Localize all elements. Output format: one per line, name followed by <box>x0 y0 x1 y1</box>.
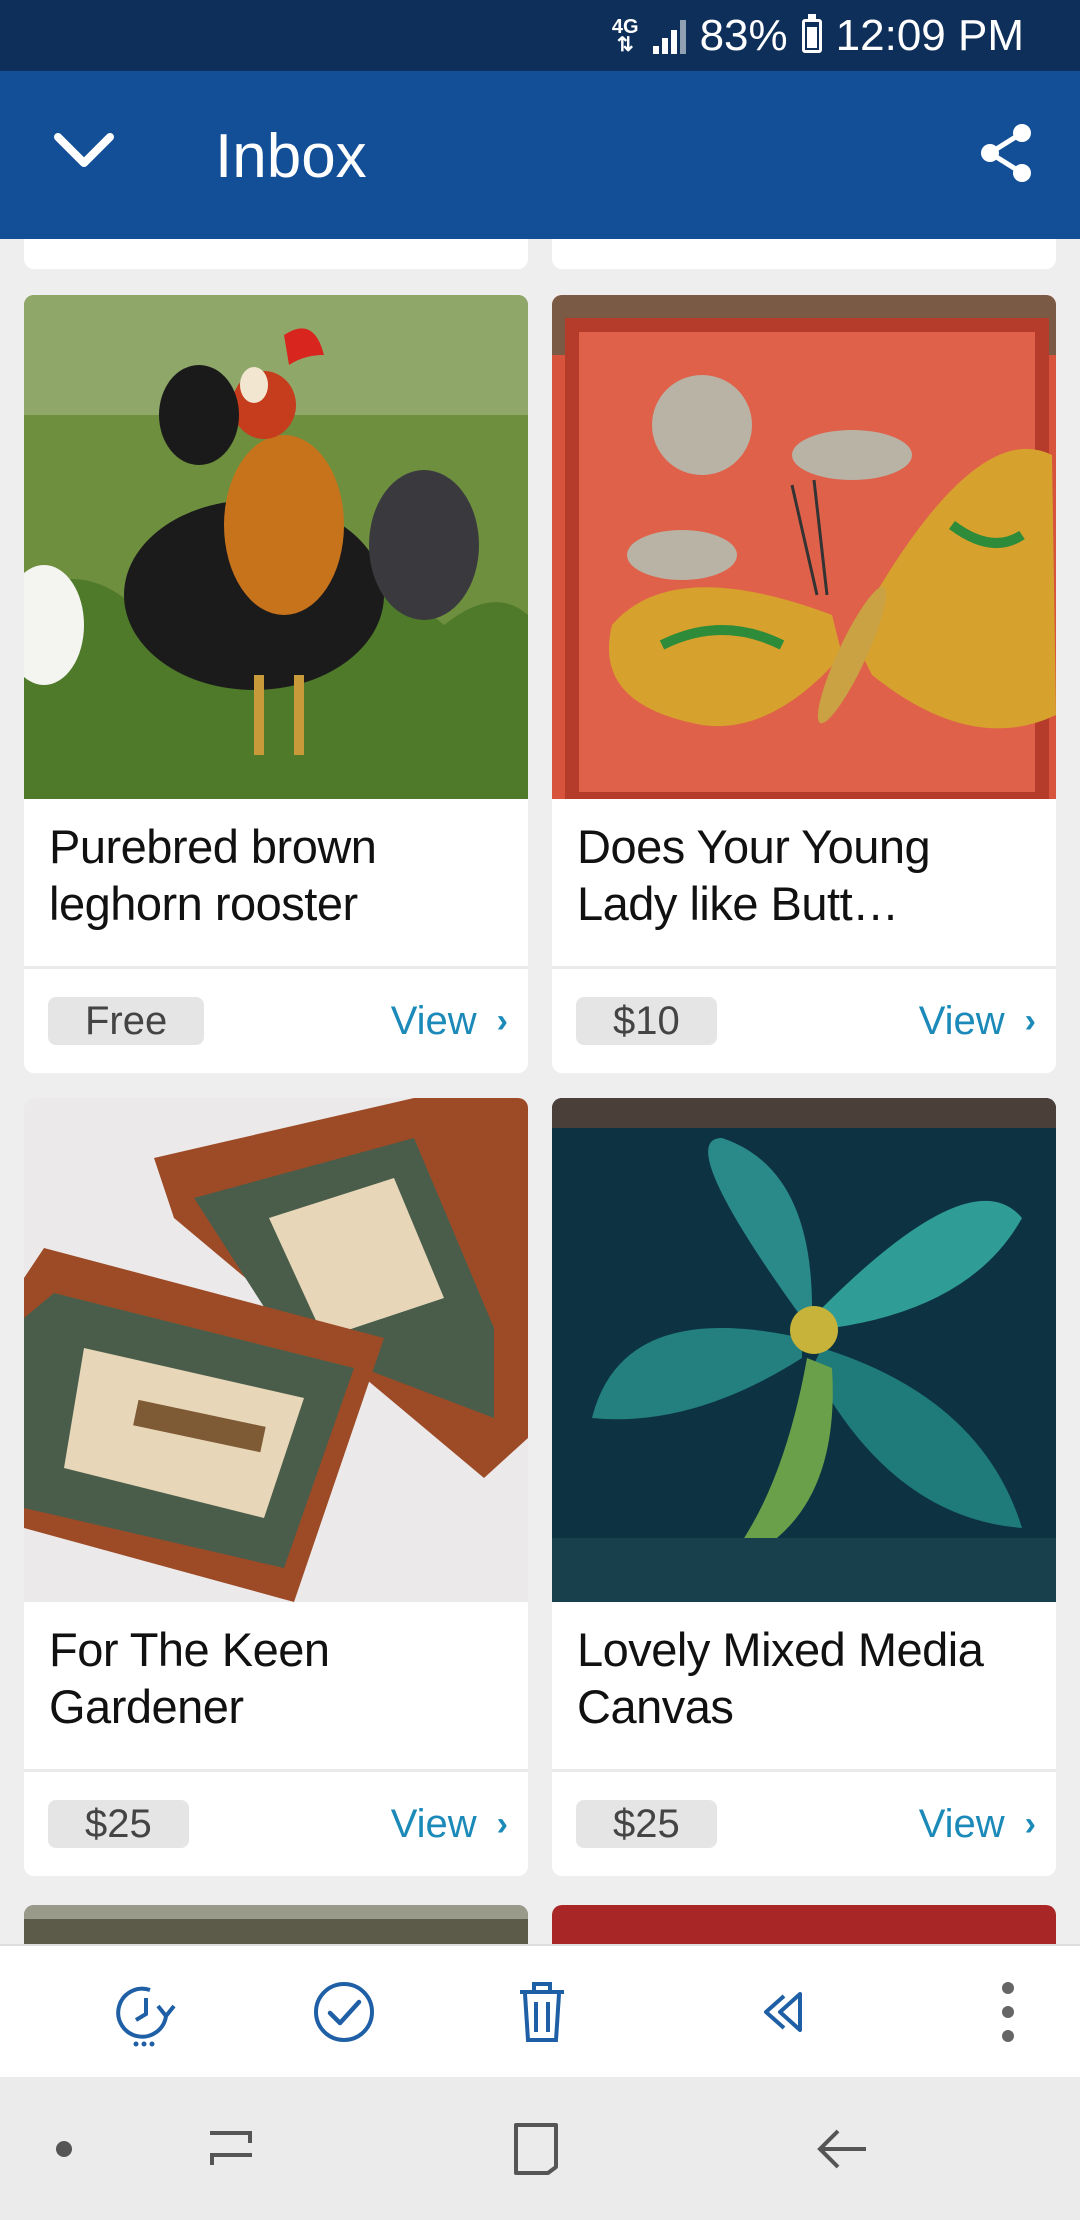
system-nav-bar <box>0 2077 1080 2220</box>
previous-card-right[interactable] <box>552 239 1056 269</box>
more-options-icon[interactable] <box>972 1976 1044 2048</box>
battery-icon <box>801 13 822 53</box>
price-badge: $10 <box>576 997 717 1045</box>
chevron-right-icon: › <box>1024 1805 1036 1843</box>
rooster-photo[interactable] <box>24 295 528 799</box>
signal-icon <box>652 18 686 54</box>
view-label: View <box>390 999 477 1043</box>
divider <box>24 1769 528 1772</box>
clock: 12:09 PM <box>835 10 1024 60</box>
chevron-right-icon: › <box>496 1002 508 1040</box>
next-card-left[interactable] <box>24 1905 528 1944</box>
share-icon[interactable] <box>974 121 1038 185</box>
listing-card[interactable]: Lovely Mixed Media Canvas $25 View › <box>552 1098 1056 1876</box>
listing-card[interactable]: For The Keen Gardener $25 View › <box>24 1098 528 1876</box>
divider <box>552 966 1056 969</box>
app-bar: Inbox <box>0 71 1080 239</box>
status-bar: 4G ⇅ 83% 12:09 PM <box>0 0 1080 71</box>
action-bar <box>0 1944 1080 2077</box>
previous-card-left[interactable] <box>24 239 528 269</box>
view-label: View <box>390 1802 477 1846</box>
home-icon[interactable] <box>504 2117 568 2181</box>
listing-card[interactable]: Purebred brown leghorn rooster Free View… <box>24 295 528 1073</box>
chevron-right-icon: › <box>1024 1002 1036 1040</box>
price-badge: Free <box>48 997 205 1045</box>
view-label: View <box>918 999 1005 1043</box>
view-label: View <box>918 1802 1005 1846</box>
chevron-right-icon: › <box>496 1805 508 1843</box>
view-button[interactable]: View › <box>919 995 1036 1047</box>
butterfly-canvas-photo[interactable] <box>552 295 1056 799</box>
reply-all-icon[interactable] <box>756 1976 846 2048</box>
listing-grid[interactable]: Purebred brown leghorn rooster Free View… <box>0 239 1080 1944</box>
back-icon[interactable] <box>808 2117 872 2181</box>
listing-title[interactable]: Purebred brown leghorn rooster <box>49 818 509 932</box>
snooze-icon[interactable] <box>110 1976 182 2048</box>
page-title: Inbox <box>215 122 367 191</box>
recents-icon[interactable] <box>202 2117 266 2181</box>
price-badge: $25 <box>48 1800 189 1848</box>
view-button[interactable]: View › <box>919 1798 1036 1850</box>
divider <box>552 1769 1056 1772</box>
price-badge: $25 <box>576 1800 717 1848</box>
listing-card[interactable]: Does Your Young Lady like Butt… $10 View… <box>552 295 1056 1073</box>
view-button[interactable]: View › <box>391 1798 508 1850</box>
flower-canvas-photo[interactable] <box>552 1098 1056 1602</box>
network-icon: 4G ⇅ <box>611 15 639 56</box>
framed-prints-photo[interactable] <box>24 1098 528 1602</box>
divider <box>24 966 528 969</box>
chevron-down-icon[interactable] <box>52 127 116 175</box>
listing-title[interactable]: Lovely Mixed Media Canvas <box>577 1621 1037 1735</box>
next-card-right[interactable] <box>552 1905 1056 1944</box>
dot-icon <box>56 2141 72 2157</box>
view-button[interactable]: View › <box>391 995 508 1047</box>
mark-done-icon[interactable] <box>308 1976 380 2048</box>
listing-title[interactable]: Does Your Young Lady like Butt… <box>577 818 1037 932</box>
battery-percent: 83% <box>699 10 788 60</box>
listing-title[interactable]: For The Keen Gardener <box>49 1621 509 1735</box>
delete-icon[interactable] <box>506 1976 578 2048</box>
